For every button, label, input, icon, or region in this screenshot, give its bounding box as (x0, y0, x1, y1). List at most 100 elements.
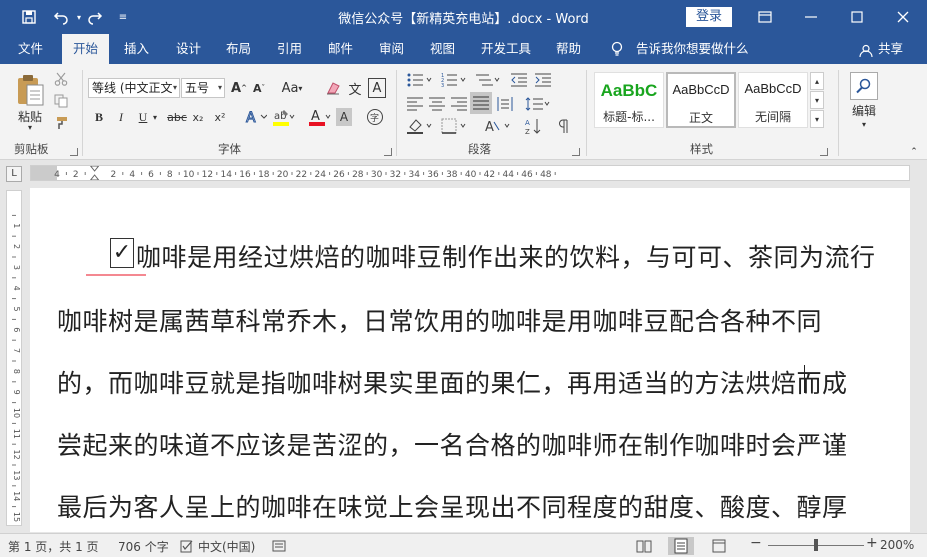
styles-more-icon[interactable]: ▾ (810, 110, 824, 128)
styles-scroll-down-icon[interactable]: ▾ (810, 91, 824, 109)
multilevel-list-icon[interactable] (474, 70, 502, 90)
zoom-out-button[interactable]: − (750, 535, 762, 551)
style-heading[interactable]: AaBbC 标题-标... (594, 72, 664, 128)
read-mode-icon[interactable] (636, 539, 652, 553)
tab-references[interactable]: 引用 (277, 34, 302, 64)
format-painter-icon[interactable] (52, 114, 70, 132)
find-icon[interactable] (850, 72, 878, 100)
zoom-level[interactable]: 200% (880, 538, 914, 552)
character-shading-button[interactable]: A (336, 108, 352, 126)
login-button[interactable]: 登录 (686, 7, 732, 27)
vruler-tick-label: 5 (12, 306, 21, 311)
font-color-icon[interactable]: A (308, 108, 332, 126)
italic-button[interactable]: I (114, 108, 128, 126)
tab-help[interactable]: 帮助 (556, 34, 581, 64)
distributed-icon[interactable] (496, 94, 514, 114)
underline-button[interactable]: U (136, 108, 150, 126)
tell-me-search[interactable]: 告诉我你想要做什么 (636, 34, 749, 64)
superscript-button[interactable]: x² (212, 108, 228, 126)
ribbon-display-options-icon[interactable] (750, 4, 780, 30)
styles-scroll-up-icon[interactable]: ▴ (810, 72, 824, 90)
document-line[interactable]: 咖啡是用经过烘焙的咖啡豆制作出来的饮料，与可可、茶同为流行 (136, 238, 876, 274)
styles-launcher-icon[interactable] (820, 148, 828, 156)
justify-icon[interactable] (470, 92, 492, 114)
enclose-characters-icon[interactable]: 字 (366, 108, 384, 126)
line-spacing-icon[interactable] (524, 94, 552, 114)
align-right-icon[interactable] (450, 94, 468, 114)
document-line[interactable]: 最后为客人呈上的咖啡在味觉上会呈现出不同程度的甜度、酸度、醇厚 (57, 488, 848, 524)
editing-button[interactable]: 编辑 (846, 102, 882, 118)
tab-design[interactable]: 设计 (176, 34, 201, 64)
change-case-button[interactable]: Aa ▾ (280, 78, 304, 98)
tab-selector[interactable]: L (6, 166, 22, 182)
paste-dropdown-icon[interactable]: ▾ (22, 122, 38, 132)
tab-mailings[interactable]: 邮件 (328, 34, 353, 64)
document-page[interactable]: ✓ 咖啡是用经过烘焙的咖啡豆制作出来的饮料，与可可、茶同为流行 咖啡树是属茜草科… (30, 188, 910, 532)
bullets-icon[interactable] (406, 70, 434, 90)
numbering-icon[interactable]: 123 (440, 70, 468, 90)
bold-button[interactable]: B (92, 108, 106, 126)
font-size-select[interactable]: 五号 ▾ (181, 78, 225, 98)
hanging-indent-marker (89, 174, 100, 180)
strikethrough-button[interactable]: abc (166, 108, 188, 126)
chinese-layout-icon[interactable]: A (484, 116, 512, 136)
highlight-icon[interactable]: ab (272, 108, 296, 126)
style-no-spacing[interactable]: AaBbCcD 无间隔 (738, 72, 808, 128)
horizontal-ruler[interactable]: 4 2 2 4 6 8 10 12 14 16 18 20 22 24 26 28 30 32 34 36 38 40 42… (30, 165, 910, 181)
vruler-tick-label: 1 (12, 223, 21, 228)
tab-file[interactable]: 文件 (18, 34, 43, 64)
align-left-icon[interactable] (406, 94, 424, 114)
language-indicator[interactable]: 中文(中国) (198, 538, 255, 555)
subscript-button[interactable]: x₂ (190, 108, 206, 126)
font-name-select[interactable]: 等线 (中文正文 ▾ (88, 78, 180, 98)
tab-home[interactable]: 开始 (62, 34, 110, 64)
paragraph-launcher-icon[interactable] (572, 148, 580, 156)
borders-icon[interactable] (440, 116, 468, 136)
minimize-icon[interactable] (796, 4, 826, 30)
tab-view[interactable]: 视图 (430, 34, 455, 64)
web-layout-icon[interactable] (712, 539, 726, 553)
ruler-tick-label: 32 (390, 170, 401, 180)
underline-dropdown-icon[interactable]: ▾ (151, 110, 159, 124)
word-count[interactable]: 706 个字 (118, 538, 169, 555)
tab-developer[interactable]: 开发工具 (481, 34, 531, 64)
editing-dropdown-icon[interactable]: ▾ (856, 118, 872, 130)
align-center-icon[interactable] (428, 94, 446, 114)
character-border-button[interactable]: A (368, 78, 386, 98)
tab-insert[interactable]: 插入 (124, 34, 149, 64)
grow-font-icon[interactable]: A ^ (230, 78, 248, 98)
show-marks-icon[interactable] (556, 116, 572, 136)
vertical-ruler[interactable]: 1 2 3 4 5 6 7 8 9 10 11 12 13 14 15 (6, 190, 22, 526)
collapse-ribbon-icon[interactable]: ⌃ (906, 146, 922, 158)
proofing-icon[interactable] (180, 539, 194, 553)
vertical-scrollbar[interactable] (912, 188, 927, 532)
sort-icon[interactable]: AZ (524, 116, 544, 136)
shrink-font-icon[interactable]: Aˇ (250, 78, 268, 98)
document-line[interactable]: 咖啡树是属茜草科常乔木，日常饮用的咖啡是用咖啡豆配合各种不同 (57, 302, 822, 338)
clear-formatting-icon[interactable] (324, 78, 342, 98)
decrease-indent-icon[interactable] (510, 70, 528, 90)
cut-icon[interactable] (52, 70, 70, 88)
paste-icon[interactable] (12, 70, 48, 110)
document-line[interactable]: 尝起来的味道不应该是苦涩的，一名合格的咖啡师在制作咖啡时会严谨 (57, 426, 848, 462)
clipboard-launcher-icon[interactable] (70, 148, 78, 156)
print-layout-icon[interactable] (668, 537, 694, 555)
text-effects-icon[interactable]: A (244, 108, 268, 126)
vruler-tick-label: 13 (12, 470, 21, 480)
font-launcher-icon[interactable] (384, 148, 392, 156)
maximize-icon[interactable] (842, 4, 872, 30)
macro-record-icon[interactable] (272, 539, 286, 553)
tab-review[interactable]: 审阅 (379, 34, 404, 64)
zoom-slider-thumb[interactable] (814, 539, 818, 551)
copy-icon[interactable] (52, 92, 70, 110)
style-normal[interactable]: AaBbCcD 正文 (666, 72, 736, 128)
page-count[interactable]: 第 1 页，共 1 页 (8, 538, 99, 555)
document-line[interactable]: 的，而咖啡豆就是指咖啡树果实里面的果仁，再用适当的方法烘焙而成 (57, 364, 848, 400)
phonetic-guide-button[interactable]: 文 (346, 78, 364, 98)
shading-icon[interactable] (406, 116, 434, 136)
zoom-in-button[interactable]: + (866, 535, 878, 551)
increase-indent-icon[interactable] (534, 70, 552, 90)
tab-layout[interactable]: 布局 (226, 34, 251, 64)
share-button[interactable]: 共享 (878, 34, 903, 64)
close-icon[interactable] (888, 4, 918, 30)
